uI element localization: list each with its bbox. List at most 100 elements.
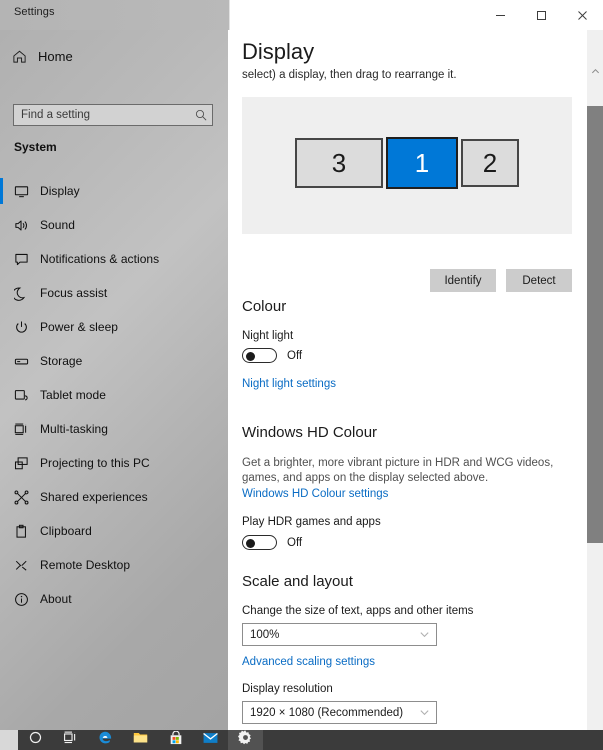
sidebar-item-notifications[interactable]: Notifications & actions (0, 242, 228, 276)
sidebar-item-shared-experiences[interactable]: Shared experiences (0, 480, 228, 514)
store-icon (169, 730, 183, 750)
monitor-tile-selected[interactable]: 1 (386, 137, 458, 189)
tablet-icon (14, 388, 40, 403)
monitor-icon (14, 184, 40, 199)
sidebar-item-label: Clipboard (40, 524, 92, 538)
sidebar-item-remote-desktop[interactable]: Remote Desktop (0, 548, 228, 582)
display-arrangement-stage[interactable]: 3 1 2 (242, 97, 572, 234)
sidebar-item-home[interactable]: Home (0, 41, 228, 71)
selection-indicator (0, 178, 3, 204)
sidebar-item-label: Tablet mode (40, 388, 106, 402)
taskbar-microsoft-store-button[interactable] (158, 730, 193, 750)
sidebar-item-power-sleep[interactable]: Power & sleep (0, 310, 228, 344)
toggle-knob (246, 352, 255, 361)
play-hdr-toggle[interactable] (242, 535, 277, 550)
night-light-settings-link[interactable]: Night light settings (242, 378, 336, 390)
night-light-toggle[interactable] (242, 348, 277, 363)
speaker-icon (14, 218, 40, 233)
sidebar-item-multitasking[interactable]: Multi-tasking (0, 412, 228, 446)
page-subtitle: select) a display, then drag to rearrang… (242, 69, 457, 81)
sidebar-item-focus-assist[interactable]: Focus assist (0, 276, 228, 310)
taskbar-cortana-button[interactable] (18, 730, 53, 750)
monitor-list: 3 1 2 (242, 135, 572, 191)
display-resolution-label: Display resolution (242, 683, 333, 695)
sidebar-item-label: Storage (40, 354, 83, 368)
hd-colour-settings-link[interactable]: Windows HD Colour settings (242, 488, 388, 500)
home-label: Home (38, 48, 73, 64)
chevron-down-icon (412, 629, 436, 640)
colour-section-heading: Colour (242, 298, 287, 315)
scrollbar-thumb[interactable] (587, 106, 603, 543)
sidebar-item-tablet-mode[interactable]: Tablet mode (0, 378, 228, 412)
taskbar-edge-button[interactable] (88, 730, 123, 750)
maximize-button[interactable] (521, 0, 562, 30)
scale-percentage-dropdown[interactable]: 100% (242, 623, 437, 646)
notification-icon (14, 252, 40, 267)
search-icon (190, 109, 212, 121)
moon-icon (14, 286, 40, 301)
shared-icon (14, 490, 40, 505)
sidebar-item-label: Display (40, 184, 80, 198)
sidebar-item-storage[interactable]: Storage (0, 344, 228, 378)
scale-layout-section-heading: Scale and layout (242, 573, 353, 590)
page-title: Display (242, 39, 315, 64)
sidebar-item-sound[interactable]: Sound (0, 208, 228, 242)
display-resolution-dropdown[interactable]: 1920 × 1080 (Recommended) (242, 701, 437, 724)
sidebar-group-title: System (14, 140, 57, 154)
folder-icon (133, 731, 148, 749)
chevron-down-icon (412, 707, 436, 718)
sidebar-item-label: Notifications & actions (40, 252, 160, 266)
taskbar-settings-button[interactable] (228, 730, 263, 750)
gear-icon (238, 730, 253, 750)
start-button[interactable] (0, 730, 18, 750)
search-box[interactable] (13, 104, 213, 126)
display-resolution-value: 1920 × 1080 (Recommended) (250, 706, 404, 719)
sidebar-item-projecting[interactable]: Projecting to this PC (0, 446, 228, 480)
taskbar-mail-button[interactable] (193, 730, 228, 750)
monitor-tile[interactable]: 2 (461, 139, 519, 187)
chevron-up-icon[interactable] (587, 63, 603, 80)
hd-colour-description-line1: Get a brighter, more vibrant picture in … (242, 457, 554, 469)
window-controls (480, 0, 603, 30)
mail-icon (203, 731, 218, 749)
edge-icon (98, 730, 113, 750)
sidebar-item-label: Sound (40, 218, 75, 232)
circle-icon (29, 731, 42, 749)
sidebar-nav-list: Display Sound Notifications & actions Fo… (0, 174, 228, 616)
text-size-label: Change the size of text, apps and other … (242, 605, 474, 617)
hd-colour-description-line2: games, and apps on the display selected … (242, 472, 489, 484)
close-button[interactable] (562, 0, 603, 30)
vertical-scrollbar[interactable] (587, 30, 603, 730)
main-content: Display select) a display, then drag to … (228, 30, 603, 730)
sidebar-item-clipboard[interactable]: Clipboard (0, 514, 228, 548)
home-icon (0, 49, 38, 64)
taskbar-task-view-button[interactable] (53, 730, 88, 750)
multitask-icon (14, 422, 40, 437)
sidebar-item-display[interactable]: Display (0, 174, 228, 208)
identify-button[interactable]: Identify (430, 269, 496, 292)
hd-colour-section-heading: Windows HD Colour (242, 424, 378, 441)
detect-button[interactable]: Detect (506, 269, 572, 292)
scale-percentage-value: 100% (250, 628, 280, 641)
taskbar-file-explorer-button[interactable] (123, 730, 158, 750)
sidebar-item-label: Remote Desktop (40, 558, 131, 572)
advanced-scaling-link[interactable]: Advanced scaling settings (242, 656, 375, 668)
task-view-icon (63, 731, 78, 749)
monitor-tile[interactable]: 3 (295, 138, 383, 188)
night-light-label: Night light (242, 330, 294, 342)
play-hdr-label: Play HDR games and apps (242, 516, 381, 528)
remote-desktop-icon (14, 558, 40, 573)
toggle-knob (246, 539, 255, 548)
projecting-icon (14, 456, 40, 471)
window-title: Settings (14, 6, 55, 18)
play-hdr-toggle-row: Off (242, 535, 302, 550)
search-input[interactable] (14, 109, 190, 121)
night-light-state: Off (287, 349, 303, 362)
minimize-button[interactable] (480, 0, 521, 30)
sidebar-item-label: Shared experiences (40, 490, 148, 504)
sidebar: Home System Display (0, 30, 228, 730)
title-bar: Settings (0, 0, 603, 30)
sidebar-item-label: About (40, 592, 72, 606)
sidebar-item-about[interactable]: About (0, 582, 228, 616)
clipboard-icon (14, 524, 40, 539)
